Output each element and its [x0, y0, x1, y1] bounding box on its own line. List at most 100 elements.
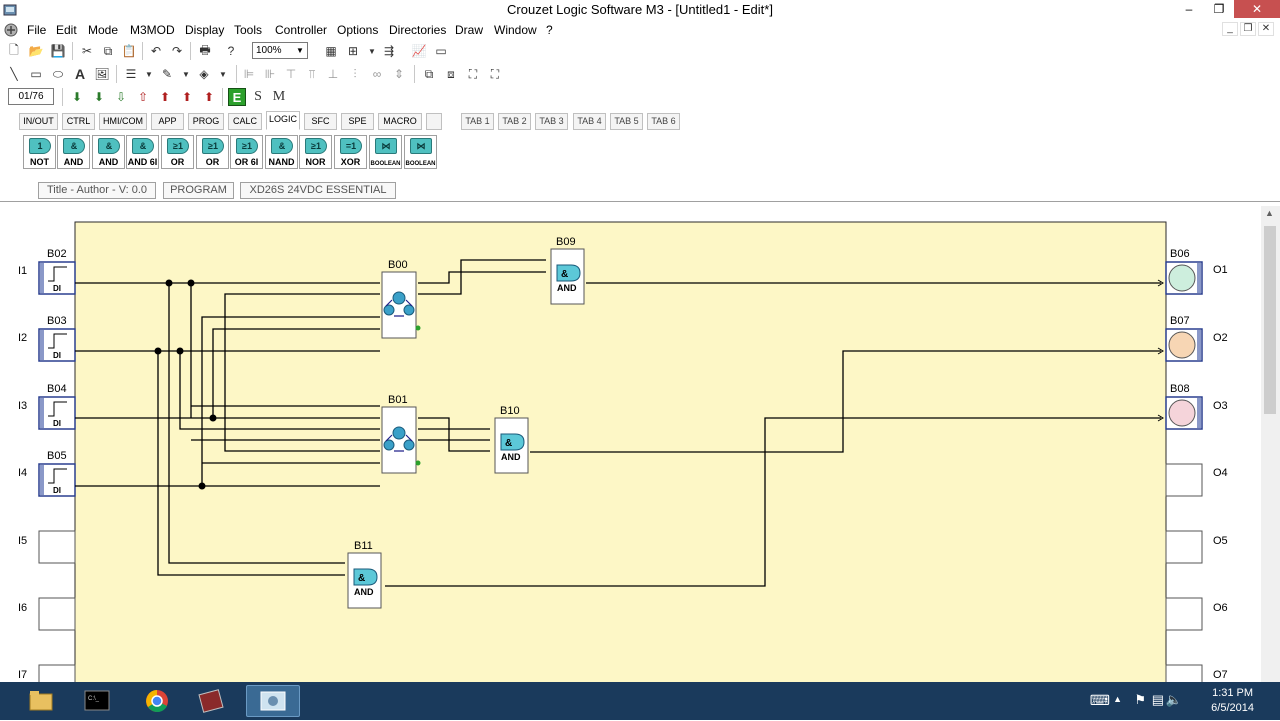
menu-tools[interactable]: Tools: [234, 23, 262, 37]
menu-directories[interactable]: Directories: [389, 23, 446, 37]
chevron-up-icon[interactable]: ▲: [1113, 694, 1122, 704]
menu-edit[interactable]: Edit: [56, 23, 77, 37]
keyboard-icon[interactable]: ⌨: [1090, 692, 1110, 709]
restore-button[interactable]: ❐: [1204, 0, 1234, 18]
palette-or-6i[interactable]: ≥1 OR 6I: [230, 135, 263, 169]
input-i4[interactable]: I4 B05 DI: [18, 450, 76, 497]
menu-options[interactable]: Options: [337, 23, 378, 37]
close-button[interactable]: ✕: [1234, 0, 1280, 18]
palette-boolean-2[interactable]: ⋈ BOOLEAN: [404, 135, 437, 169]
image-tool-icon[interactable]: 🖼: [93, 65, 111, 83]
monitoring-mode-button[interactable]: M: [270, 88, 288, 106]
align-bottom-icon[interactable]: ⊥: [324, 65, 342, 83]
tab-ctrl[interactable]: CTRL: [62, 113, 95, 130]
snap-grid-icon[interactable]: ⊞: [344, 42, 362, 60]
output-o5[interactable]: O5: [1165, 530, 1228, 564]
stop-icon[interactable]: ⬆: [178, 88, 196, 106]
zoom-select[interactable]: 100% ▼: [252, 42, 308, 59]
output-o6[interactable]: O6: [1165, 597, 1228, 631]
tab-calc[interactable]: CALC: [228, 113, 262, 130]
palette-and-6i[interactable]: & AND 6I: [126, 135, 159, 169]
cut-icon[interactable]: ✂: [78, 42, 96, 60]
scroll-up-icon[interactable]: ▲: [1265, 208, 1274, 218]
tab-tab5[interactable]: TAB 5: [610, 113, 643, 130]
palette-xor[interactable]: =1 XOR: [334, 135, 367, 169]
window-icon[interactable]: ▭: [432, 42, 450, 60]
menu-m3mod[interactable]: M3MOD: [130, 23, 175, 37]
rectangle-tool-icon[interactable]: ▭: [27, 65, 45, 83]
menu-draw[interactable]: Draw: [455, 23, 483, 37]
tab-empty[interactable]: [426, 113, 442, 130]
output-o3[interactable]: B08 O3: [1165, 383, 1228, 430]
menu-window[interactable]: Window: [494, 23, 537, 37]
redo-icon[interactable]: ↷: [168, 42, 186, 60]
file-explorer-icon[interactable]: [22, 685, 60, 717]
crouzet-app-icon[interactable]: [246, 685, 300, 717]
output-o1[interactable]: B06 O1: [1165, 248, 1228, 295]
open-folder-icon[interactable]: 📂: [27, 42, 45, 60]
scroll-thumb[interactable]: [1264, 226, 1276, 414]
align-top-icon[interactable]: ⊤: [282, 65, 300, 83]
document-icon[interactable]: [3, 22, 19, 38]
grid-icon[interactable]: ▦: [322, 42, 340, 60]
minimize-button[interactable]: ‒: [1174, 0, 1204, 18]
distribute-v-icon[interactable]: ∞: [368, 65, 386, 83]
copy-icon[interactable]: ⧉: [99, 42, 117, 60]
input-i1[interactable]: I1 B02 DI: [18, 248, 76, 295]
menu-help[interactable]: ?: [546, 23, 553, 37]
palette-boolean[interactable]: ⋈ BOOLEAN: [369, 135, 402, 169]
controller-field[interactable]: XD26S 24VDC ESSENTIAL: [240, 182, 396, 199]
input-i2[interactable]: I2 B03 DI: [18, 315, 76, 362]
wiring-workspace[interactable]: I1 B02 DI I2 B03 DI I3 B04 DI I4 B05 DI …: [0, 206, 1261, 682]
text-tool-icon[interactable]: A: [71, 65, 89, 83]
command-prompt-icon[interactable]: C:\_: [78, 685, 116, 717]
write-program-icon[interactable]: ⇩: [112, 88, 130, 106]
input-i7[interactable]: I7: [18, 664, 76, 682]
media-app-icon[interactable]: [192, 685, 230, 717]
ellipse-tool-icon[interactable]: ⬭: [49, 65, 67, 83]
line-width-dropdown-icon[interactable]: ▼: [140, 65, 158, 83]
send-back-icon[interactable]: ⧈: [442, 65, 460, 83]
output-o7[interactable]: O7: [1165, 664, 1228, 682]
pen-color-dropdown-icon[interactable]: ▼: [177, 65, 195, 83]
tab-macro[interactable]: MACRO: [378, 113, 422, 130]
palette-and-2[interactable]: & AND: [92, 135, 125, 169]
bring-front-icon[interactable]: ⧉: [420, 65, 438, 83]
tab-sfc[interactable]: SFC: [304, 113, 337, 130]
output-o4[interactable]: O4: [1165, 463, 1228, 497]
run-icon[interactable]: ⬆: [156, 88, 174, 106]
mdi-close-icon[interactable]: ✕: [1258, 22, 1274, 36]
same-size-icon[interactable]: ⇕: [390, 65, 408, 83]
title-author-field[interactable]: Title - Author - V: 0.0: [38, 182, 156, 199]
action-center-icon[interactable]: ⚑: [1134, 692, 1146, 708]
pen-color-icon[interactable]: ✎: [158, 65, 176, 83]
grid-dropdown-icon[interactable]: ▼: [363, 42, 381, 60]
palette-nor[interactable]: ≥1 NOR: [299, 135, 332, 169]
paste-icon[interactable]: 📋: [120, 42, 138, 60]
palette-nand[interactable]: & NAND: [265, 135, 298, 169]
align-center-icon[interactable]: ⊪: [261, 65, 279, 83]
input-i3[interactable]: I3 B04 DI: [18, 383, 76, 430]
edit-mode-button[interactable]: E: [228, 88, 246, 106]
new-file-icon[interactable]: 🗋: [5, 42, 23, 60]
transfer-icon[interactable]: ⬇: [90, 88, 108, 106]
fill-color-icon[interactable]: ◈: [195, 65, 213, 83]
align-icon[interactable]: ⇶: [380, 42, 398, 60]
network-icon[interactable]: ▤: [1152, 692, 1164, 708]
tab-app[interactable]: APP: [151, 113, 184, 130]
palette-not[interactable]: 1 NOT: [23, 135, 56, 169]
tab-spe[interactable]: SPE: [341, 113, 374, 130]
tab-tab2[interactable]: TAB 2: [498, 113, 531, 130]
tab-tab3[interactable]: TAB 3: [535, 113, 568, 130]
line-width-icon[interactable]: ☰: [122, 65, 140, 83]
menu-controller[interactable]: Controller: [275, 23, 327, 37]
fill-color-dropdown-icon[interactable]: ▼: [214, 65, 232, 83]
monitor-chart-icon[interactable]: 📈: [410, 42, 428, 60]
menu-display[interactable]: Display: [185, 23, 224, 37]
ungroup-icon[interactable]: ⛶: [486, 65, 504, 83]
vertical-scrollbar[interactable]: ▲: [1261, 206, 1280, 682]
palette-or[interactable]: ≥1 OR: [161, 135, 194, 169]
tab-logic[interactable]: LOGIC: [266, 111, 300, 130]
input-i5[interactable]: I5: [18, 530, 76, 564]
group-icon[interactable]: ⛶: [464, 65, 482, 83]
